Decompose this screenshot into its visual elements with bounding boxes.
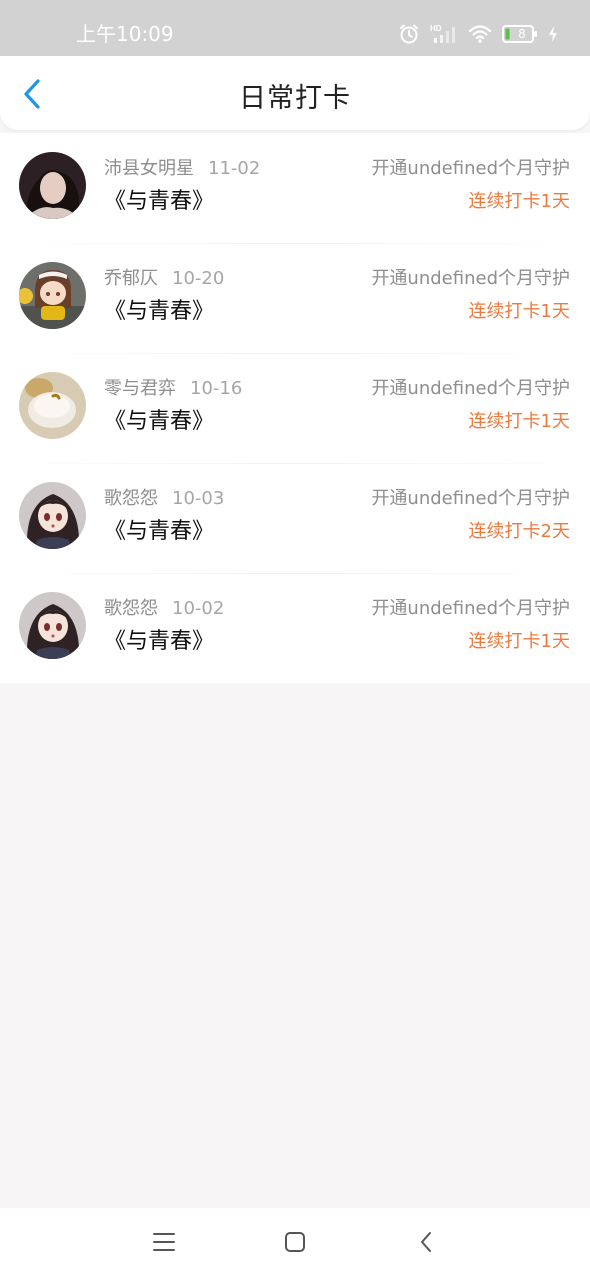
navigation-bar [0, 1208, 590, 1280]
item-meta: 歌怨怨 10-02 [104, 597, 224, 621]
list-item[interactable]: 歌怨怨 10-02 《与青春》 开通undefined个月守护 连续打卡1天 [0, 573, 590, 683]
wifi-icon [468, 24, 492, 44]
hd-signal-icon: HD [430, 23, 458, 45]
user-name[interactable]: 歌怨怨 [104, 488, 158, 509]
checkin-date: 10-03 [172, 488, 225, 509]
header: 日常打卡 [0, 56, 590, 130]
item-meta: 乔郁仄 10-20 [104, 267, 224, 291]
list-item[interactable]: 零与君弈 10-16 《与青春》 开通undefined个月守护 连续打卡1天 [0, 353, 590, 463]
book-title: 《与青春》 [104, 409, 215, 434]
status-bar: 上午10:09 HD 8 [0, 0, 590, 56]
streak-text: 连续打卡1天 [468, 631, 570, 652]
page-title: 日常打卡 [239, 83, 351, 114]
user-name[interactable]: 沛县女明星 [104, 158, 194, 179]
alarm-clock-icon [398, 23, 420, 45]
battery-icon: 8 [502, 25, 538, 43]
status-time: 上午10:09 [76, 22, 174, 46]
guard-text: 开通undefined个月守护 [371, 158, 570, 179]
streak-text: 连续打卡2天 [468, 521, 570, 542]
item-meta: 沛县女明星 11-02 [104, 157, 260, 181]
guard-text: 开通undefined个月守护 [371, 268, 570, 289]
home-button[interactable] [279, 1228, 311, 1260]
svg-text:HD: HD [430, 24, 442, 33]
checkin-date: 11-02 [208, 158, 261, 179]
book-title: 《与青春》 [104, 189, 215, 214]
avatar[interactable] [19, 592, 86, 659]
system-back-button[interactable] [410, 1228, 442, 1260]
guard-text: 开通undefined个月守护 [371, 378, 570, 399]
checkin-date: 10-02 [172, 598, 225, 619]
back-chevron-icon [418, 1230, 434, 1258]
book-title: 《与青春》 [104, 629, 215, 654]
streak-text: 连续打卡1天 [468, 301, 570, 322]
charging-bolt-icon [548, 25, 558, 43]
user-name[interactable]: 歌怨怨 [104, 598, 158, 619]
book-title: 《与青春》 [104, 519, 215, 544]
item-meta: 歌怨怨 10-03 [104, 487, 224, 511]
avatar[interactable] [19, 262, 86, 329]
battery-level: 8 [518, 27, 526, 41]
list-item[interactable]: 沛县女明星 11-02 《与青春》 开通undefined个月守护 连续打卡1天 [0, 133, 590, 243]
user-name[interactable]: 乔郁仄 [104, 268, 158, 289]
user-name[interactable]: 零与君弈 [104, 378, 176, 399]
guard-text: 开通undefined个月守护 [371, 598, 570, 619]
checkin-date: 10-20 [172, 268, 225, 289]
streak-text: 连续打卡1天 [468, 411, 570, 432]
menu-button[interactable] [148, 1228, 180, 1260]
item-meta: 零与君弈 10-16 [104, 377, 242, 401]
menu-icon [152, 1231, 176, 1257]
home-square-icon [283, 1230, 307, 1258]
checkin-list: 沛县女明星 11-02 《与青春》 开通undefined个月守护 连续打卡1天 … [0, 133, 590, 683]
avatar[interactable] [19, 152, 86, 219]
guard-text: 开通undefined个月守护 [371, 488, 570, 509]
avatar[interactable] [19, 482, 86, 549]
list-item[interactable]: 乔郁仄 10-20 《与青春》 开通undefined个月守护 连续打卡1天 [0, 243, 590, 353]
book-title: 《与青春》 [104, 299, 215, 324]
list-item[interactable]: 歌怨怨 10-03 《与青春》 开通undefined个月守护 连续打卡2天 [0, 463, 590, 573]
streak-text: 连续打卡1天 [468, 191, 570, 212]
checkin-date: 10-16 [190, 378, 243, 399]
status-icons: HD 8 [398, 20, 558, 48]
avatar[interactable] [19, 372, 86, 439]
